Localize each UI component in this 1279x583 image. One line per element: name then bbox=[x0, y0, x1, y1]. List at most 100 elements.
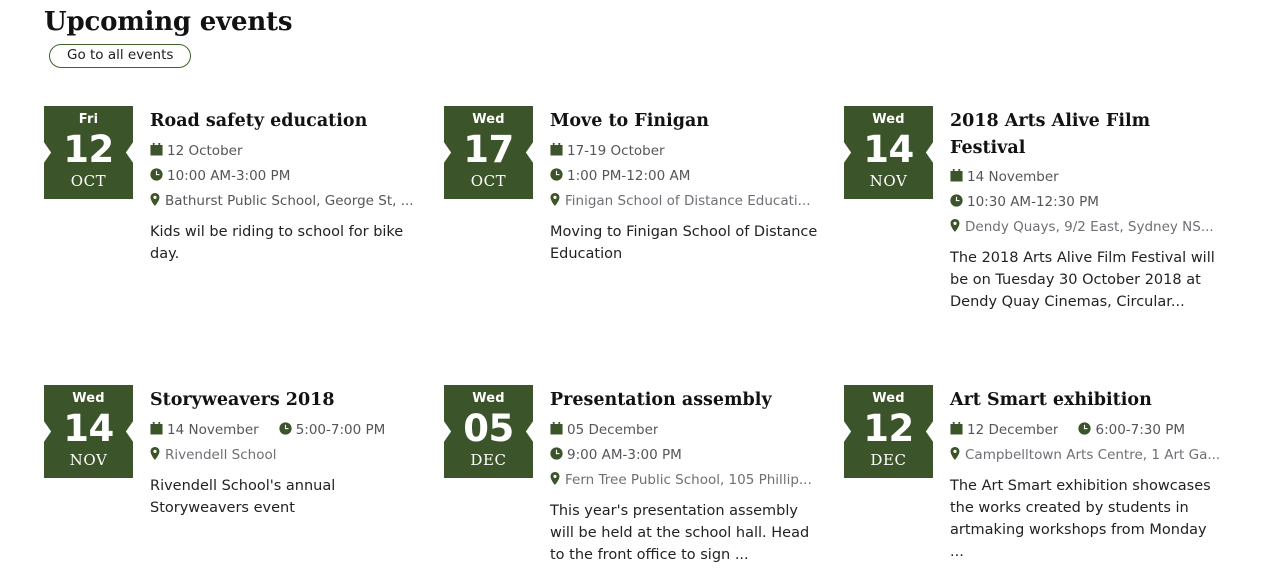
clock-icon bbox=[550, 168, 563, 181]
event-date-item: 17-19 October bbox=[550, 139, 665, 164]
event-title[interactable]: Road safety education bbox=[150, 108, 424, 135]
event-description: The 2018 Arts Alive Film Festival will b… bbox=[950, 250, 1215, 310]
event-card[interactable]: Wed 05 DEC Presentation assembly 05 Dece… bbox=[444, 385, 824, 566]
event-time-text: 6:00-7:30 PM bbox=[1095, 422, 1186, 438]
badge-day-number: 14 bbox=[63, 407, 114, 450]
event-card[interactable]: Wed 12 DEC Art Smart exhibition 12 Decem… bbox=[844, 385, 1224, 563]
badge-day-of-week: Wed bbox=[72, 391, 105, 406]
event-location-text: Campbelltown Arts Centre, 1 Art Ga... bbox=[965, 447, 1221, 463]
location-pin-icon bbox=[950, 447, 960, 460]
event-time-text: 10:30 AM-12:30 PM bbox=[967, 194, 1099, 210]
event-location-item: Bathurst Public School, George St, ... bbox=[150, 189, 414, 214]
event-date-text: 05 December bbox=[567, 422, 659, 438]
event-description: Moving to Finigan School of Distance Edu… bbox=[550, 224, 818, 262]
event-location-line: Fern Tree Public School, 105 Phillip... bbox=[550, 468, 824, 493]
event-date-badge: Fri 12 OCT bbox=[44, 106, 133, 199]
event-location-line: Finigan School of Distance Educati... bbox=[550, 189, 824, 214]
badge-day-number: 12 bbox=[63, 128, 114, 171]
event-date-text: 14 November bbox=[167, 422, 259, 438]
event-title[interactable]: 2018 Arts Alive Film Festival bbox=[950, 108, 1224, 162]
event-title[interactable]: Art Smart exhibition bbox=[950, 387, 1224, 414]
event-card[interactable]: Wed 17 OCT Move to Finigan 17-19 October bbox=[444, 106, 824, 265]
event-card[interactable]: Wed 14 NOV 2018 Arts Alive Film Festival… bbox=[844, 106, 1224, 313]
location-pin-icon bbox=[950, 219, 960, 232]
location-pin-icon bbox=[550, 472, 560, 485]
event-date-text: 12 December bbox=[967, 422, 1059, 438]
upcoming-events-page: Upcoming events Go to all events Fri 12 … bbox=[0, 0, 1279, 583]
clock-icon bbox=[950, 194, 963, 207]
location-pin-icon bbox=[150, 447, 160, 460]
event-card-body: Road safety education 12 October 10:00 A… bbox=[133, 106, 424, 265]
badge-month: OCT bbox=[470, 172, 507, 190]
event-location-item: Finigan School of Distance Educati... bbox=[550, 189, 811, 214]
event-time-item: 9:00 AM-3:00 PM bbox=[550, 443, 682, 468]
badge-month: DEC bbox=[470, 451, 507, 469]
event-date-line: 14 November bbox=[950, 165, 1224, 190]
go-to-all-events-button[interactable]: Go to all events bbox=[49, 44, 192, 68]
event-location-item: Dendy Quays, 9/2 East, Sydney NS... bbox=[950, 215, 1214, 240]
event-date-text: 17-19 October bbox=[567, 143, 665, 159]
clock-icon bbox=[1078, 422, 1092, 435]
event-date-line: 05 December bbox=[550, 418, 824, 443]
badge-month: DEC bbox=[870, 451, 907, 469]
clock-icon bbox=[150, 168, 163, 181]
event-location-item: Rivendell School bbox=[150, 443, 276, 468]
event-time-item: 6:00-7:30 PM bbox=[1078, 418, 1185, 443]
event-description: Kids wil be riding to school for bike da… bbox=[150, 224, 404, 262]
event-time-line: 1:00 PM-12:00 AM bbox=[550, 164, 824, 189]
event-time-text: 9:00 AM-3:00 PM bbox=[567, 447, 682, 463]
event-time-line: 10:00 AM-3:00 PM bbox=[150, 164, 424, 189]
event-date-item: 14 November bbox=[150, 418, 259, 443]
badge-day-of-week: Wed bbox=[472, 112, 505, 127]
event-time-text: 5:00-7:00 PM bbox=[295, 422, 386, 438]
location-pin-icon bbox=[550, 193, 560, 206]
event-date-badge: Wed 14 NOV bbox=[844, 106, 933, 199]
event-location-text: Finigan School of Distance Educati... bbox=[565, 193, 811, 209]
event-time-line: 9:00 AM-3:00 PM bbox=[550, 443, 824, 468]
event-time-text: 10:00 AM-3:00 PM bbox=[167, 168, 291, 184]
calendar-icon bbox=[150, 422, 163, 435]
event-title[interactable]: Storyweavers 2018 bbox=[150, 387, 424, 414]
event-card-body: Art Smart exhibition 12 December 6:00-7:… bbox=[933, 385, 1224, 563]
event-date-item: 12 December bbox=[950, 418, 1058, 443]
events-row: Fri 12 OCT Road safety education 12 Octo… bbox=[0, 106, 1279, 385]
badge-day-number: 14 bbox=[863, 128, 914, 171]
badge-month: NOV bbox=[869, 172, 908, 190]
event-date-badge: Wed 14 NOV bbox=[44, 385, 133, 478]
event-location-item: Campbelltown Arts Centre, 1 Art Ga... bbox=[950, 443, 1220, 468]
badge-day-number: 17 bbox=[463, 128, 514, 171]
badge-day-number: 05 bbox=[463, 407, 514, 450]
events-row: Wed 14 NOV Storyweavers 2018 14 November… bbox=[0, 385, 1279, 583]
event-time-line: 10:30 AM-12:30 PM bbox=[950, 190, 1224, 215]
event-date-badge: Wed 05 DEC bbox=[444, 385, 533, 478]
event-time-item: 1:00 PM-12:00 AM bbox=[550, 164, 690, 189]
badge-day-of-week: Fri bbox=[78, 112, 99, 127]
page-title: Upcoming events bbox=[44, 7, 293, 37]
event-card-body: Storyweavers 2018 14 November 5:00-7:00 … bbox=[133, 385, 424, 519]
badge-day-of-week: Wed bbox=[472, 391, 505, 406]
event-time-item: 5:00-7:00 PM bbox=[279, 418, 386, 443]
event-description: Rivendell School's annual Storyweavers e… bbox=[150, 478, 336, 516]
page-header: Upcoming events Go to all events bbox=[44, 6, 292, 68]
calendar-icon bbox=[150, 143, 163, 156]
event-date-time-line: 12 December 6:00-7:30 PM bbox=[950, 418, 1224, 443]
event-date-badge: Wed 17 OCT bbox=[444, 106, 533, 199]
badge-day-of-week: Wed bbox=[872, 112, 905, 127]
event-location-line: Dendy Quays, 9/2 East, Sydney NS... bbox=[950, 215, 1224, 240]
event-card[interactable]: Fri 12 OCT Road safety education 12 Octo… bbox=[44, 106, 424, 265]
event-card-body: Presentation assembly 05 December 9:00 A… bbox=[533, 385, 824, 566]
event-time-text: 1:00 PM-12:00 AM bbox=[567, 168, 691, 184]
event-description: This year's presentation assembly will b… bbox=[550, 503, 810, 563]
event-card-body: 2018 Arts Alive Film Festival 14 Novembe… bbox=[933, 106, 1224, 313]
location-pin-icon bbox=[150, 193, 160, 206]
calendar-icon bbox=[550, 422, 563, 435]
event-date-time-line: 14 November 5:00-7:00 PM bbox=[150, 418, 424, 443]
badge-month: OCT bbox=[70, 172, 107, 190]
event-title[interactable]: Presentation assembly bbox=[550, 387, 824, 414]
event-date-line: 17-19 October bbox=[550, 139, 824, 164]
clock-icon bbox=[550, 447, 563, 460]
event-time-item: 10:00 AM-3:00 PM bbox=[150, 164, 290, 189]
event-date-text: 14 November bbox=[967, 169, 1059, 185]
event-card[interactable]: Wed 14 NOV Storyweavers 2018 14 November… bbox=[44, 385, 424, 519]
event-title[interactable]: Move to Finigan bbox=[550, 108, 824, 135]
